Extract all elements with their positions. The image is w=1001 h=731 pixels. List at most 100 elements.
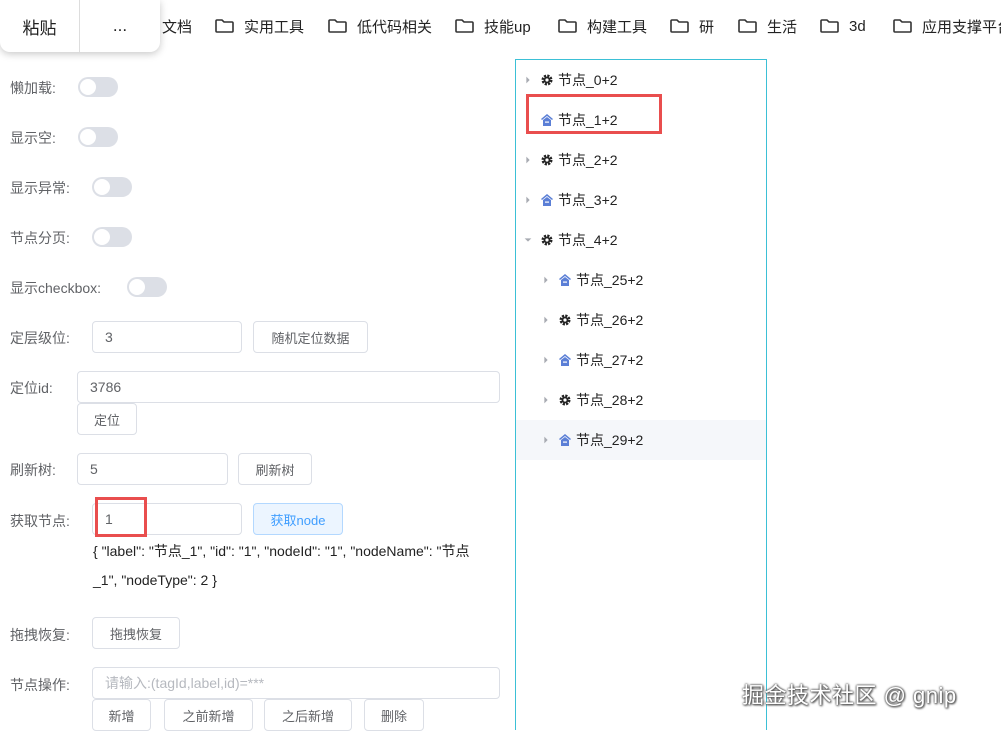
tree-node[interactable]: 节点_26+2 (516, 300, 766, 340)
locate-button[interactable]: 定位 (77, 403, 137, 435)
node-paging-switch[interactable] (92, 227, 132, 247)
folder-icon (820, 19, 839, 33)
caret-right-icon[interactable] (540, 354, 552, 366)
caret-right-icon[interactable] (540, 274, 552, 286)
tree-node-label: 节点_27+2 (576, 352, 644, 368)
get-node-input[interactable] (92, 503, 242, 535)
house-icon (540, 193, 554, 207)
paste-popup: 粘贴 ... (0, 0, 160, 52)
tree-node[interactable]: 节点_25+2 (516, 260, 766, 300)
tree-node-label: 节点_0+2 (558, 72, 618, 88)
bookmark-item[interactable]: 技能up (455, 15, 531, 37)
tree-node-label: 节点_29+2 (576, 432, 644, 448)
bookmark-label: 3d (849, 17, 866, 35)
bookmark-item[interactable]: 研 (670, 15, 714, 37)
bookmark-label: 应用支撑平台 (922, 18, 1001, 36)
add-button[interactable]: 新增 (92, 699, 151, 731)
node-op-input[interactable] (92, 667, 500, 699)
caret-right-icon[interactable] (522, 74, 534, 86)
caret-right-icon[interactable] (522, 194, 534, 206)
get-node-button[interactable]: 获取node (253, 503, 343, 535)
get-node-result: { "label": "节点_1", "id": "1", "nodeId": … (93, 537, 503, 595)
tree-panel: 节点_0+2 节点_1+2 节点_2+2 节点_3+2 节点_4+2 节点_25+2 节点_… (515, 59, 767, 730)
drag-restore-label: 拖拽恢复: (10, 627, 70, 643)
get-node-result-line2: _1", "nodeType": 2 } (93, 572, 217, 588)
caret-right-icon[interactable] (522, 154, 534, 166)
tree-node[interactable]: 节点_2+2 (516, 140, 766, 180)
insert-after-button[interactable]: 之后新增 (264, 699, 352, 731)
more-button[interactable]: ... (80, 0, 160, 52)
random-locate-button[interactable]: 随机定位数据 (253, 321, 368, 353)
refresh-tree-input[interactable] (77, 453, 228, 485)
get-node-label: 获取节点: (10, 513, 70, 529)
show-error-label: 显示异常: (10, 180, 70, 196)
gear-icon (558, 313, 572, 327)
bookmark-item[interactable]: 实用工具 (215, 15, 304, 37)
tree-node-label: 节点_1+2 (558, 112, 618, 128)
locate-level-label: 定层级位: (10, 330, 70, 346)
locate-id-input[interactable] (77, 371, 500, 403)
show-checkbox-label: 显示checkbox: (10, 280, 102, 296)
watermark: 掘金技术社区 @ gnip (742, 683, 957, 708)
gear-icon (558, 393, 572, 407)
tree-node[interactable]: 节点_1+2 (516, 100, 766, 140)
bookmark-label: 构建工具 (587, 18, 648, 36)
delete-button[interactable]: 删除 (364, 699, 424, 731)
gear-icon (540, 233, 554, 247)
bookmark-label: 研 (699, 18, 715, 36)
tree-node[interactable]: 节点_4+2 (516, 220, 766, 260)
house-icon (540, 113, 554, 127)
refresh-tree-label: 刷新树: (10, 462, 56, 478)
caret-down-icon[interactable] (522, 234, 534, 246)
refresh-tree-button[interactable]: 刷新树 (238, 453, 312, 485)
caret-right-icon[interactable] (540, 394, 552, 406)
tree-node[interactable]: 节点_3+2 (516, 180, 766, 220)
folder-icon (893, 19, 912, 33)
bookmark-item[interactable]: 低代码相关 (328, 15, 432, 37)
show-checkbox-switch[interactable] (127, 277, 167, 297)
node-paging-label: 节点分页: (10, 230, 70, 246)
bookmark-item[interactable]: 应用支撑平台 (893, 15, 1001, 37)
bookmark-item[interactable]: 生活 (738, 15, 797, 37)
locate-level-input[interactable] (92, 321, 242, 353)
get-node-result-line1: { "label": "节点_1", "id": "1", "nodeId": … (93, 543, 470, 559)
tree-node-label: 节点_2+2 (558, 152, 618, 168)
folder-icon (455, 19, 474, 33)
caret-right-icon[interactable] (540, 434, 552, 446)
tree-node-label: 节点_4+2 (558, 232, 618, 248)
show-empty-switch[interactable] (78, 127, 118, 147)
paste-button[interactable]: 粘贴 (0, 0, 80, 52)
tree-node[interactable]: 节点_27+2 (516, 340, 766, 380)
tree-node[interactable]: 节点_28+2 (516, 380, 766, 420)
bookmark-label: 技能up (484, 18, 531, 36)
caret-right-icon[interactable] (540, 314, 552, 326)
tree-node[interactable]: 节点_0+2 (516, 60, 766, 100)
bookmark-item[interactable]: 3d (820, 15, 866, 37)
bookmark-item[interactable]: 构建工具 (558, 15, 647, 37)
house-icon (558, 433, 572, 447)
tree-node-label: 节点_3+2 (558, 192, 618, 208)
house-icon (558, 353, 572, 367)
locate-id-label: 定位id: (10, 380, 53, 396)
gear-icon (540, 153, 554, 167)
bookmark-label: 文档 (162, 18, 193, 36)
insert-before-button[interactable]: 之前新增 (164, 699, 253, 731)
bookmark-label: 实用工具 (244, 18, 305, 36)
tree-node[interactable]: 节点_29+2 (516, 420, 766, 460)
folder-icon (328, 19, 347, 33)
bookmark-label: 生活 (767, 18, 798, 36)
folder-icon (738, 19, 757, 33)
caret-right-icon (522, 114, 534, 126)
drag-restore-button[interactable]: 拖拽恢复 (92, 617, 180, 649)
folder-icon (215, 19, 234, 33)
show-empty-label: 显示空: (10, 130, 56, 146)
house-icon (558, 273, 572, 287)
lazy-load-switch[interactable] (78, 77, 118, 97)
lazy-load-label: 懒加载: (10, 80, 56, 96)
tree-node-label: 节点_25+2 (576, 272, 644, 288)
show-error-switch[interactable] (92, 177, 132, 197)
tree-node-label: 节点_28+2 (576, 392, 644, 408)
bookmark-item[interactable]: 文档 (162, 15, 192, 37)
folder-icon (670, 19, 689, 33)
bookmark-label: 低代码相关 (357, 18, 433, 36)
